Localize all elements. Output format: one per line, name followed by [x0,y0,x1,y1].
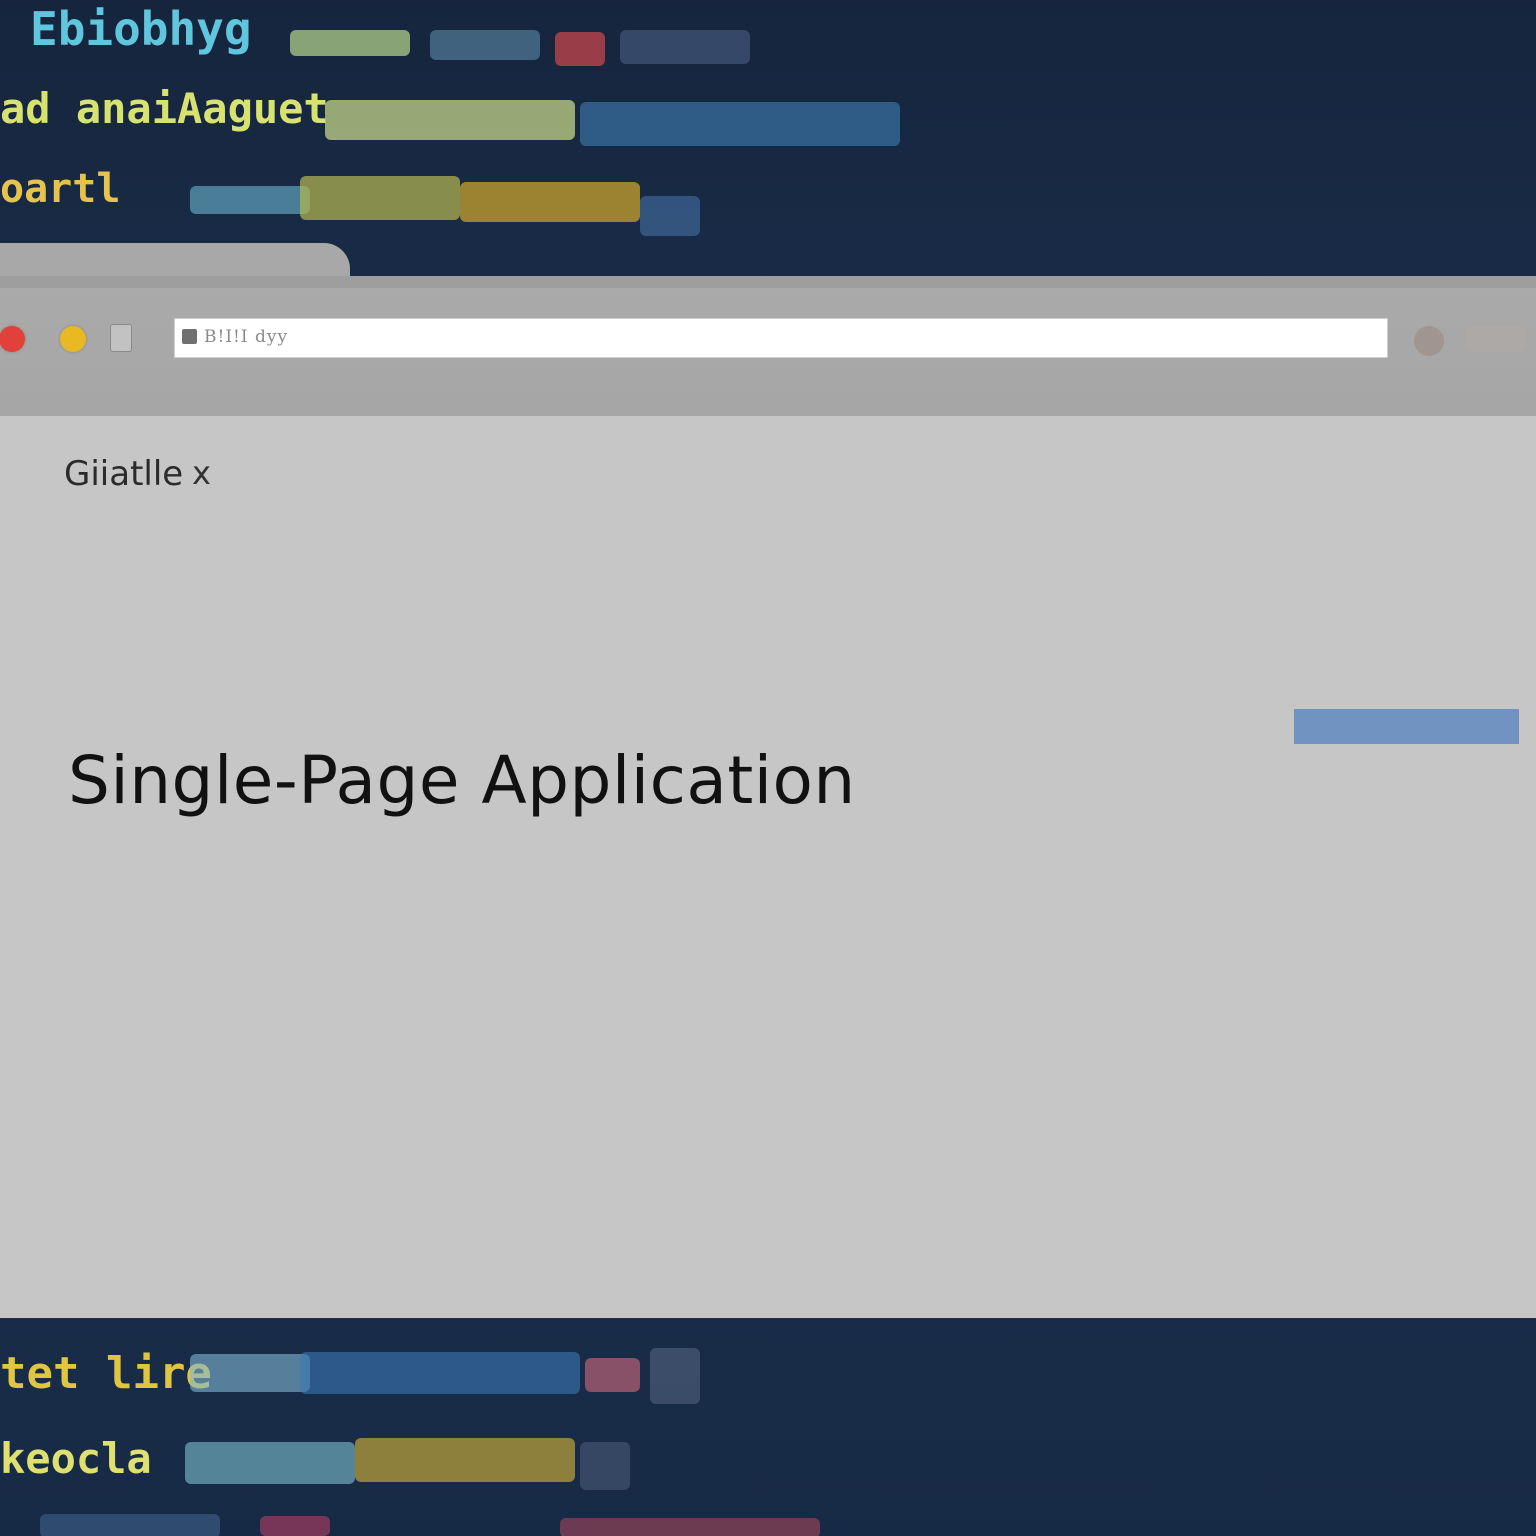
minimize-window-button[interactable] [60,326,86,352]
code-token [260,1516,330,1536]
page-heading: Single-Page Application [68,742,856,819]
code-text-line-4: tet lire [0,1348,212,1399]
code-token [185,1442,355,1484]
code-text-line-3: oartl [0,166,121,212]
code-token [560,1518,820,1536]
page-content: Giiatlle x Single-Page Application [0,416,1536,1318]
site-favicon-icon [182,329,197,344]
code-text-line-1: Ebiobhyg [30,2,252,56]
code-token [460,182,640,222]
code-token [580,1442,630,1490]
toolbar-strip [0,276,1536,288]
code-token [290,30,410,56]
code-token [640,196,700,236]
toolbar-menu-icon[interactable] [1466,326,1526,352]
close-window-button[interactable] [0,326,25,352]
browser-window: B!I!I dyy Giiatlle x Single-Page Applica… [0,243,1536,1318]
screenshot-scene: Ebiobhyg ad anaiAaguet oartl B!I!I dyy G… [0,0,1536,1536]
address-bar[interactable]: B!I!I dyy [174,318,1388,358]
code-token [355,1438,575,1482]
code-token [555,32,605,66]
tab-close-icon[interactable]: x [192,454,211,492]
code-token [300,176,460,220]
background-code-bottom: tet lire keocla [0,1318,1536,1536]
code-token [325,100,575,140]
browser-tab-shape [0,243,350,279]
tab-title[interactable]: Giiatlle [64,454,183,494]
page-icon [110,324,132,352]
code-token [190,186,310,214]
extension-icon[interactable] [1414,326,1444,356]
accent-bar [1294,709,1519,744]
code-token [40,1514,220,1536]
code-token [190,1354,310,1392]
code-token [580,102,900,146]
code-token [300,1352,580,1394]
code-text-line-5: keocla [0,1434,152,1483]
code-token [430,30,540,60]
code-token [585,1358,640,1392]
code-text-line-2: ad anaiAaguet [0,84,329,133]
code-token [620,30,750,64]
browser-toolbar: B!I!I dyy [0,276,1536,416]
background-code-top: Ebiobhyg ad anaiAaguet oartl [0,0,1536,260]
code-token [650,1348,700,1404]
address-text: B!I!I dyy [204,327,289,347]
